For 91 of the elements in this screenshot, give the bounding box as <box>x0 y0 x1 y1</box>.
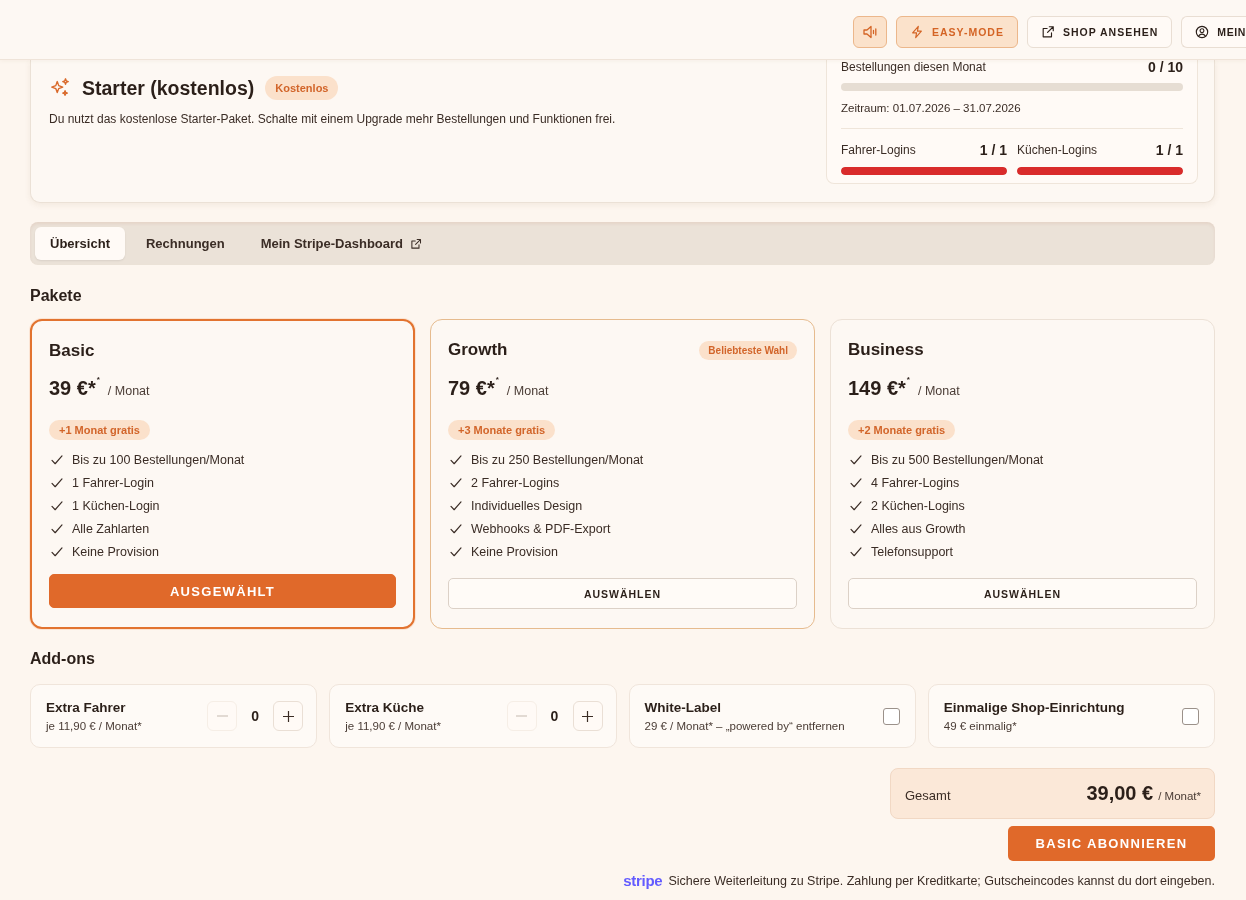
price: 149 €*$^{*}$ <box>848 376 910 400</box>
addon-price: 29 € / Monat* – „powered by“ entfernen <box>644 720 845 732</box>
price-period: / Monat <box>107 383 150 401</box>
check-icon <box>850 477 862 488</box>
addon-name: Extra Küche <box>345 700 426 715</box>
plus-icon <box>282 710 294 722</box>
increment-button[interactable] <box>273 701 304 731</box>
plan-name: Business <box>848 340 924 360</box>
price: 39 €*$^{*}$ <box>49 376 100 401</box>
usage-label: Fahrer-Logins <box>841 143 916 158</box>
addon-price: je 11,90 € / Monat* <box>345 720 441 732</box>
check-icon <box>450 546 462 557</box>
quantity-value: 0 <box>549 708 560 724</box>
minus-icon <box>516 715 527 717</box>
sound-button[interactable] <box>852 16 887 48</box>
check-icon <box>450 477 462 488</box>
bonus-badge: +3 Monate gratis <box>448 420 556 440</box>
check-icon <box>51 523 63 534</box>
section-heading: Pakete <box>30 286 83 306</box>
check-icon <box>51 546 63 557</box>
feature-text: 2 Küchen-Logins <box>871 498 965 513</box>
addon-price: 49 € einmalig* <box>943 720 1018 732</box>
section-heading: Add-ons <box>30 649 96 669</box>
check-icon <box>450 454 462 465</box>
tab[interactable]: Rechnungen <box>130 227 240 260</box>
total-period: / Monat* <box>1158 790 1201 802</box>
feature-text: Individuelles Design <box>471 498 583 513</box>
usage-reading: 0 / 10 <box>1147 60 1183 75</box>
check-icon <box>51 500 63 511</box>
check-icon <box>51 454 63 465</box>
check-icon <box>450 500 462 511</box>
addon-price: je 11,90 € / Monat* <box>46 720 142 732</box>
sparkles-icon <box>49 77 71 99</box>
feature-text: Webhooks & PDF-Export <box>471 521 611 536</box>
feature-text: Bis zu 250 Bestellungen/Monat <box>471 452 644 467</box>
increment-button[interactable] <box>572 701 603 731</box>
total-label: Gesamt <box>905 787 951 803</box>
period-text: Zeitraum: 01.07.2026 – 31.07.2026 <box>841 101 1022 116</box>
select-button[interactable]: AUSWÄHLEN <box>448 578 797 609</box>
profile-button[interactable]: MEIN <box>1181 16 1246 48</box>
plan-name: Basic <box>49 340 95 361</box>
feature-text: Bis zu 500 Bestellungen/Monat <box>871 452 1044 467</box>
popular-badge: Beliebteste Wahl <box>699 340 797 360</box>
check-icon <box>51 477 63 488</box>
addon-name: Einmalige Shop-Einrichtung <box>943 700 1125 715</box>
bonus-badge: +2 Monate gratis <box>848 420 956 440</box>
tab[interactable]: Mein Stripe-Dashboard <box>245 227 437 260</box>
feature-text: Bis zu 100 Bestellungen/Monat <box>72 452 245 467</box>
logo-wordmark: stripe <box>623 872 663 889</box>
feature-text: 4 Fahrer-Logins <box>871 475 960 490</box>
feature-text: 1 Küchen-Login <box>72 498 160 513</box>
feature-text: Alles aus Growth <box>871 521 966 536</box>
check-icon <box>850 500 862 511</box>
usage-label: Küchen-Logins <box>1017 143 1098 158</box>
lightning-icon <box>909 25 924 39</box>
check-icon <box>850 523 862 534</box>
price-period: / Monat <box>506 383 549 400</box>
tab[interactable]: Übersicht <box>35 227 125 260</box>
minus-icon <box>216 715 228 717</box>
user-circle-icon <box>1195 25 1210 39</box>
feature-text: Alle Zahlarten <box>72 521 150 536</box>
check-icon <box>850 454 862 465</box>
price: 79 €*$^{*}$ <box>448 376 499 400</box>
checkbox[interactable] <box>882 707 900 725</box>
usage-reading: 1 / 1 <box>1155 143 1183 158</box>
plan-name: Growth <box>448 340 508 360</box>
speaker-icon <box>861 24 878 40</box>
feature-text: Keine Provision <box>72 544 159 559</box>
plan-description: Du nutzt das kostenlose Starter-Paket. Schalte mit einem Upgrade mehr Bestellungen und Funktionen frei. <box>49 112 616 126</box>
footer-note: Sichere Weiterleitung zu Stripe. Zahlung per Kreditkarte; Gutscheincodes kannst du dort eingeben. <box>668 873 1215 888</box>
check-icon <box>450 523 462 534</box>
usage-label: Bestellungen diesen Monat <box>841 60 986 75</box>
feature-text: Keine Provision <box>471 544 558 559</box>
plus-icon <box>582 710 593 722</box>
checkbox[interactable] <box>1182 707 1199 725</box>
check-icon <box>850 546 862 557</box>
feature-text: 1 Fahrer-Login <box>72 475 154 490</box>
plan-title: Starter (kostenlos) <box>82 76 255 100</box>
status-badge: Kostenlos <box>265 76 339 100</box>
select-button[interactable]: AUSWÄHLEN <box>848 578 1197 609</box>
price-period: / Monat <box>917 383 960 400</box>
feature-text: 2 Fahrer-Logins <box>471 475 560 490</box>
addon-name: Extra Fahrer <box>46 700 127 715</box>
quantity-value: 0 <box>250 708 261 724</box>
bonus-badge: +1 Monat gratis <box>49 420 150 441</box>
total-amount: 39,00 € <box>1086 782 1154 805</box>
external-link-icon <box>1040 25 1055 39</box>
usage-reading: 1 / 1 <box>979 143 1007 158</box>
feature-text: Telefonsupport <box>871 544 953 559</box>
shop-button[interactable]: SHOP ANSEHEN <box>1026 16 1173 48</box>
addon-name: White-Label <box>644 700 722 715</box>
